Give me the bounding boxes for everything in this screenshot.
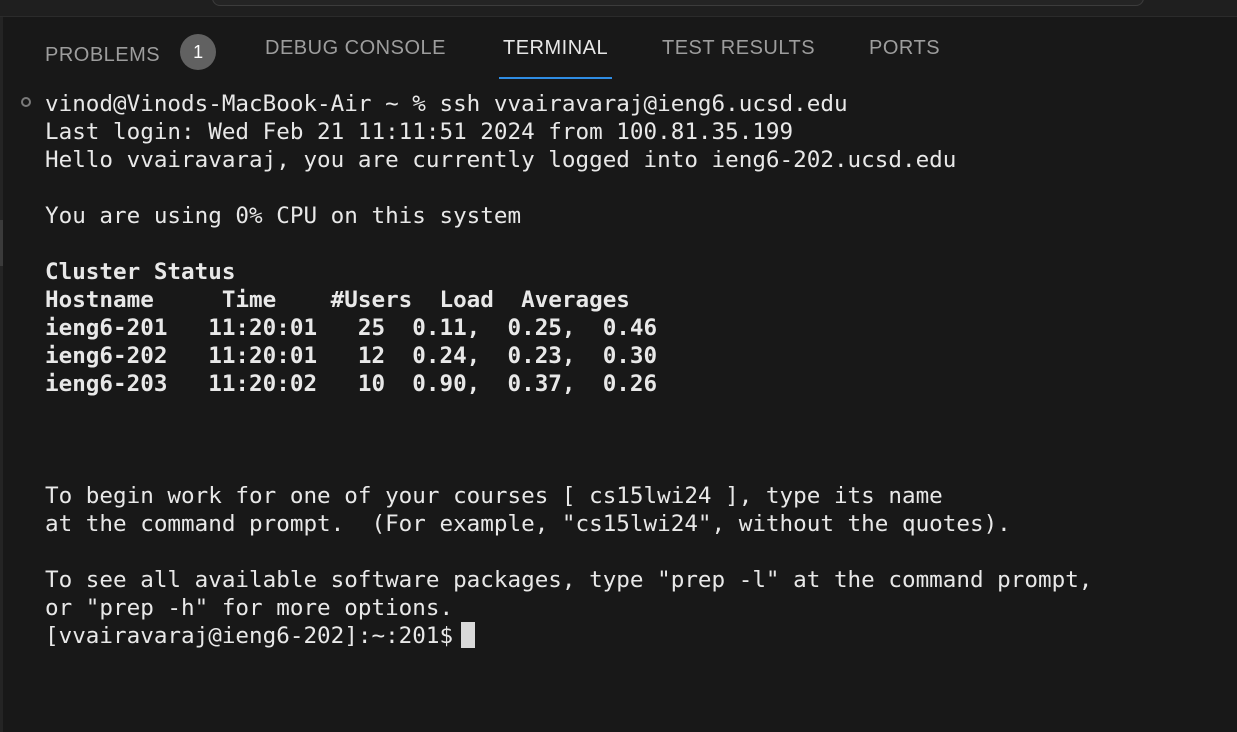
terminal-output: vinod@Vinods-MacBook-Air ~ % ssh vvairav… [45, 90, 1092, 650]
terminal-line: Hello vvairavaraj, you are currently log… [45, 147, 957, 173]
terminal-view[interactable]: vinod@Vinods-MacBook-Air ~ % ssh vvairav… [0, 90, 1237, 732]
terminal-line: at the command prompt. (For example, "cs… [45, 511, 1011, 537]
terminal-line: vinod@Vinods-MacBook-Air ~ % ssh vvairav… [45, 91, 848, 117]
terminal-prompt: [vvairavaraj@ieng6-202]:~:201$ [45, 623, 454, 649]
tab-ports-label: PORTS [869, 37, 941, 59]
tab-debug-console-label: DEBUG CONSOLE [265, 37, 446, 59]
terminal-line: ieng6-202 11:20:01 12 0.24, 0.23, 0.30 [45, 343, 658, 369]
tab-terminal[interactable]: TERMINAL [499, 37, 613, 79]
panel-tab-bar: PROBLEMS 1 DEBUG CONSOLE TERMINAL TEST RE… [0, 17, 1237, 79]
vscode-panel-window: PROBLEMS 1 DEBUG CONSOLE TERMINAL TEST RE… [0, 0, 1237, 732]
tab-test-results-label: TEST RESULTS [662, 37, 816, 59]
command-decoration-circle-icon[interactable] [21, 97, 31, 107]
terminal-line: ieng6-203 11:20:02 10 0.90, 0.37, 0.26 [45, 371, 658, 397]
tab-ports[interactable]: PORTS [869, 37, 940, 79]
tab-test-results[interactable]: TEST RESULTS [662, 37, 815, 79]
tab-problems-label: PROBLEMS [45, 44, 161, 66]
terminal-line: ieng6-201 11:20:01 25 0.11, 0.25, 0.46 [45, 315, 658, 341]
command-center-search[interactable] [212, 0, 1144, 6]
terminal-line: or "prep -h" for more options. [45, 595, 454, 621]
terminal-line: Cluster Status [45, 259, 236, 285]
problems-count-badge: 1 [180, 34, 217, 70]
terminal-cursor [461, 622, 476, 648]
terminal-line: You are using 0% CPU on this system [45, 203, 522, 229]
terminal-line: Last login: Wed Feb 21 11:11:51 2024 fro… [45, 119, 794, 145]
terminal-line: Hostname Time #Users Load Averages [45, 287, 630, 313]
tab-debug-console[interactable]: DEBUG CONSOLE [265, 37, 446, 79]
tab-problems[interactable]: PROBLEMS 1 [45, 34, 217, 79]
terminal-prompt-line: [vvairavaraj@ieng6-202]:~:201$ [45, 622, 1092, 650]
terminal-line: To see all available software packages, … [45, 567, 1093, 593]
title-bar [0, 0, 1237, 17]
active-tab-indicator [499, 77, 613, 79]
tab-terminal-label: TERMINAL [503, 37, 609, 59]
terminal-line: To begin work for one of your courses [ … [45, 483, 943, 509]
